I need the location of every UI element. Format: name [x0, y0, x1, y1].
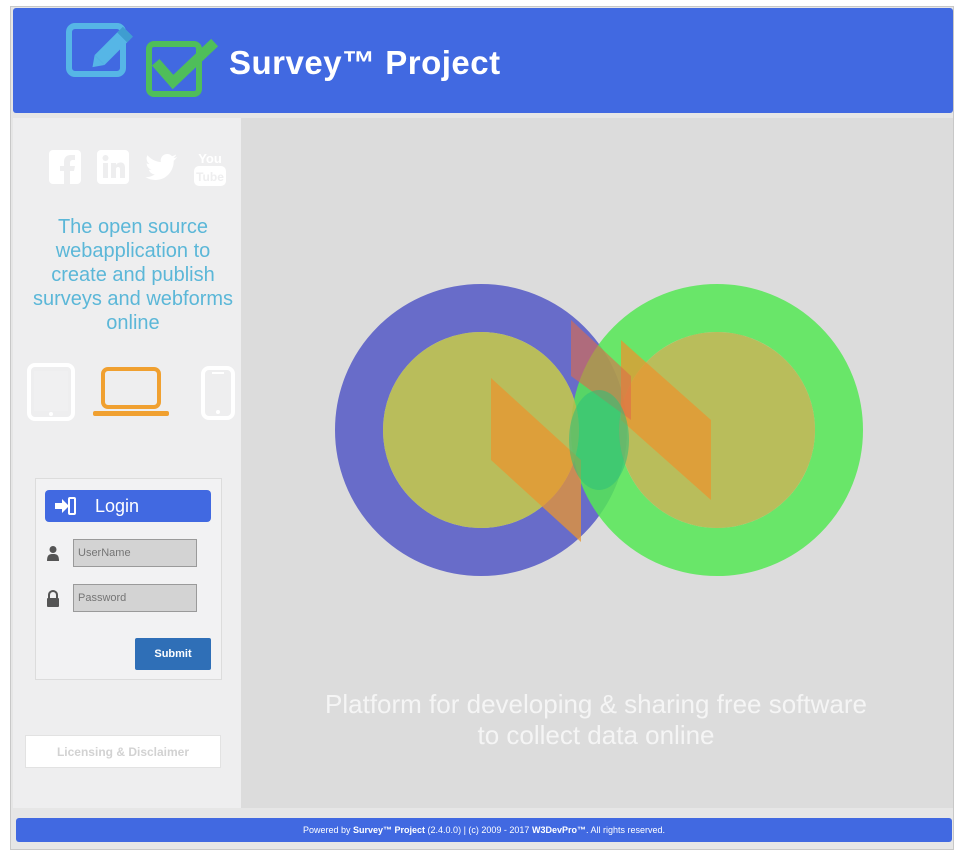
lock-icon [46, 589, 60, 612]
footer-bar: Powered by Survey™ Project (2.4.0.0) | (… [16, 818, 952, 842]
footer-suffix: . All rights reserved. [585, 825, 665, 835]
platform-text-line2: to collect data online [477, 720, 715, 750]
header-bar: Survey™ Project [13, 8, 953, 113]
user-icon [46, 545, 60, 566]
sidebar: You Tube The open source webapplication … [13, 118, 241, 808]
social-links: You Tube [49, 150, 229, 190]
username-input[interactable] [73, 539, 197, 567]
tablet-icon [27, 363, 75, 426]
footer-brand-link[interactable]: Survey™ Project [353, 825, 425, 835]
footer-prefix: Powered by [302, 825, 354, 835]
sign-in-icon [55, 497, 76, 515]
footer-company-link[interactable]: W3DevPro™ [532, 825, 586, 835]
twitter-icon[interactable] [145, 150, 177, 186]
licensing-disclaimer-button[interactable]: Licensing & Disclaimer [25, 735, 221, 768]
linkedin-icon[interactable] [97, 150, 129, 186]
platform-description: Platform for developing & sharing free s… [281, 689, 911, 751]
main-area: Platform for developing & sharing free s… [241, 118, 953, 808]
app-title: Survey™ Project [229, 44, 501, 81]
password-input[interactable] [73, 584, 197, 612]
infinity-logo-graphic [335, 284, 863, 576]
device-icons [27, 363, 237, 423]
platform-text-line1: Platform for developing & sharing free s… [325, 689, 867, 719]
pencil-edit-icon [65, 20, 143, 87]
svg-text:You: You [198, 151, 222, 166]
phone-icon [201, 366, 235, 425]
login-title: Login [95, 496, 140, 516]
login-panel: Login Submit [35, 478, 222, 680]
youtube-icon[interactable]: You Tube [193, 150, 226, 186]
tagline-text: The open source webapplication to create… [32, 216, 234, 334]
footer-version: (2.4.0.0) | (c) 2009 - 2017 [425, 825, 532, 835]
checkbox-check-icon [145, 36, 219, 105]
svg-text:Tube: Tube [196, 170, 224, 184]
laptop-icon [91, 367, 171, 424]
submit-button[interactable]: Submit [135, 638, 211, 670]
login-header: Login [45, 490, 211, 522]
facebook-icon[interactable] [49, 150, 81, 186]
